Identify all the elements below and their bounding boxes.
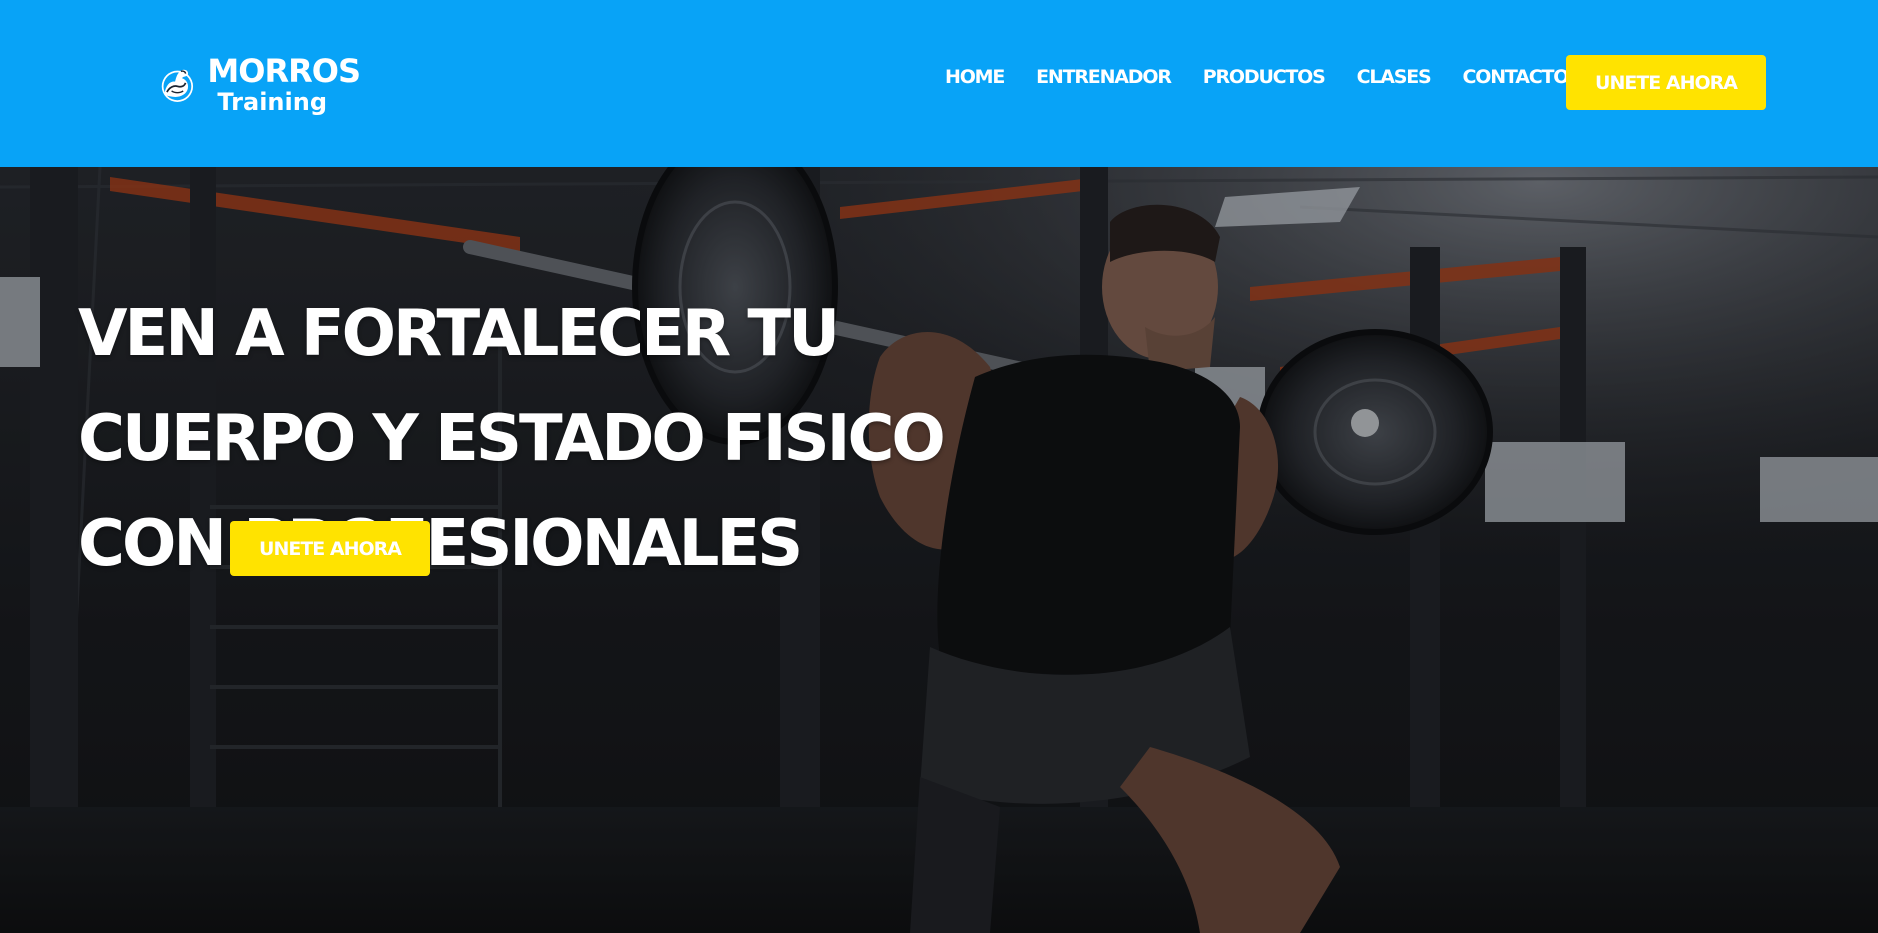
hero-section: VEN A FORTALECER TU CUERPO Y ESTADO FISI… bbox=[0, 167, 1878, 933]
nav-entrenador[interactable]: ENTRENADOR bbox=[1036, 68, 1172, 87]
flexed-arm-icon bbox=[161, 69, 194, 102]
join-now-header-button[interactable]: UNETE AHORA bbox=[1566, 55, 1766, 110]
nav-home[interactable]: HOME bbox=[945, 68, 1005, 87]
brand-name: MORROS bbox=[207, 51, 361, 90]
hero-title: VEN A FORTALECER TU CUERPO Y ESTADO FISI… bbox=[78, 297, 946, 581]
nav-clases[interactable]: CLASES bbox=[1357, 68, 1432, 87]
nav-productos[interactable]: PRODUCTOS bbox=[1203, 68, 1326, 87]
brand-subtitle: Training bbox=[217, 87, 327, 116]
main-nav: HOME ENTRENADOR PRODUCTOS CLASES CONTACT… bbox=[945, 68, 1582, 87]
join-now-hero-button[interactable]: UNETE AHORA bbox=[230, 521, 430, 576]
site-header: MORROS Training HOME ENTRENADOR PRODUCTO… bbox=[0, 0, 1878, 167]
nav-contactos[interactable]: CONTACTOS bbox=[1463, 68, 1582, 87]
brand-logo[interactable]: MORROS Training bbox=[160, 47, 361, 121]
